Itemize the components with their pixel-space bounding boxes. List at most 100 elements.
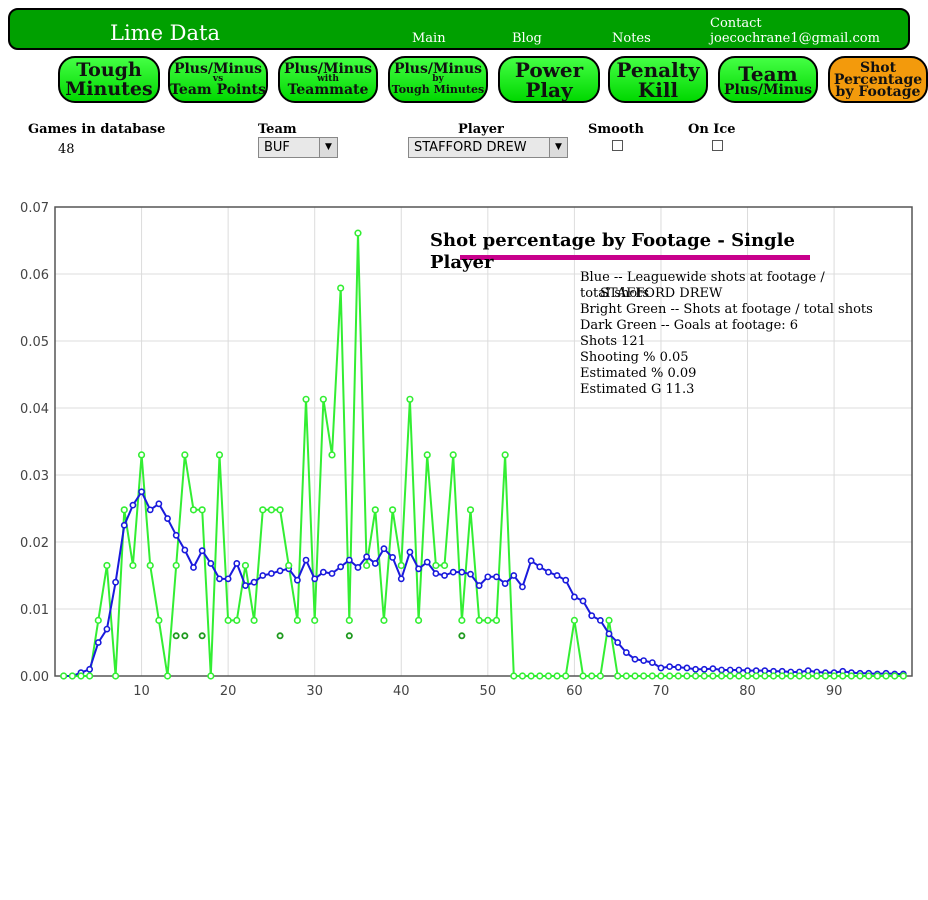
- team-select[interactable]: BUF ▼: [258, 137, 338, 158]
- data-point-shots: [224, 616, 232, 624]
- data-point-leaguewide: [354, 564, 362, 571]
- data-point-leaguewide: [423, 558, 431, 566]
- data-point-shots: [899, 672, 907, 680]
- y-tick-label: 0.06: [20, 268, 49, 283]
- contact-email[interactable]: joecochrane1@gmail.com: [710, 31, 880, 46]
- y-tick-label: 0.03: [20, 469, 49, 484]
- plus-minus-by-tough-minutes-button[interactable]: Plus/Minus by Tough Minutes: [388, 56, 488, 103]
- site-title[interactable]: Lime Data: [110, 21, 220, 45]
- data-point-leaguewide: [631, 655, 639, 663]
- button-label: Tough Minutes: [391, 83, 485, 96]
- data-point-shots: [605, 616, 613, 624]
- data-point-shots: [319, 395, 327, 403]
- smooth-label: Smooth: [588, 122, 644, 137]
- contact-info: Contact joecochrane1@gmail.com: [710, 16, 880, 46]
- data-point-leaguewide: [562, 576, 570, 584]
- data-point-leaguewide: [501, 580, 509, 587]
- smooth-checkbox[interactable]: [612, 140, 623, 151]
- data-point-leaguewide: [588, 612, 596, 620]
- x-tick-label: 30: [306, 684, 323, 699]
- data-point-shots: [77, 672, 85, 680]
- data-point-leaguewide: [86, 665, 94, 673]
- data-point-leaguewide: [138, 488, 145, 496]
- data-point-shots: [813, 672, 821, 680]
- button-label: Team: [738, 61, 798, 86]
- nav-link-blog[interactable]: Blog: [512, 31, 542, 46]
- data-point-shots: [562, 672, 570, 680]
- data-point-shots: [198, 506, 206, 514]
- data-point-leaguewide: [709, 665, 717, 673]
- stat-estimated-goals: Estimated G 11.3: [580, 382, 695, 397]
- data-point-shots: [544, 672, 553, 680]
- data-point-goals: [172, 632, 180, 640]
- data-point-shots: [328, 451, 336, 459]
- data-point-leaguewide: [224, 575, 232, 583]
- button-label: Penalty: [616, 57, 700, 82]
- data-point-shots: [873, 672, 881, 680]
- data-point-leaguewide: [536, 563, 544, 571]
- shot-percentage-by-footage-button[interactable]: Shot Percentage by Footage: [828, 56, 928, 103]
- data-point-leaguewide: [345, 556, 353, 564]
- data-point-shots: [241, 561, 250, 570]
- data-point-shots: [120, 506, 128, 514]
- data-point-leaguewide: [666, 663, 674, 671]
- power-play-button[interactable]: Power Play: [498, 56, 600, 103]
- plus-minus-with-teammate-button[interactable]: Plus/Minus with Teammate: [278, 56, 378, 103]
- penalty-kill-button[interactable]: Penalty Kill: [608, 56, 708, 103]
- button-label: Plus/Minus: [723, 81, 813, 98]
- tough-minutes-button[interactable]: Tough Minutes: [58, 56, 160, 103]
- on-ice-checkbox[interactable]: [712, 140, 723, 151]
- data-point-leaguewide: [700, 665, 708, 673]
- team-plus-minus-button[interactable]: Team Plus/Minus: [718, 56, 818, 103]
- data-point-shots: [856, 672, 864, 680]
- data-point-leaguewide: [276, 567, 284, 575]
- games-label: Games in database: [28, 122, 166, 137]
- team-select-value: BUF: [264, 140, 290, 155]
- data-point-leaguewide: [553, 572, 561, 579]
- data-point-shots: [380, 616, 388, 624]
- data-point-leaguewide: [545, 568, 552, 576]
- data-point-shots: [640, 672, 648, 680]
- data-point-goals: [198, 632, 206, 640]
- nav-link-main[interactable]: Main: [412, 31, 446, 46]
- data-point-shots: [172, 561, 180, 570]
- data-point-shots: [804, 672, 812, 680]
- data-point-leaguewide: [657, 664, 665, 672]
- data-point-shots: [709, 672, 717, 680]
- button-label: Teammate: [287, 82, 369, 98]
- data-point-shots: [501, 451, 509, 459]
- data-point-leaguewide: [112, 578, 119, 586]
- data-point-leaguewide: [726, 666, 734, 674]
- data-point-shots: [250, 616, 258, 624]
- plus-minus-vs-team-points-button[interactable]: Plus/Minus vs Team Points: [168, 56, 268, 103]
- player-select[interactable]: STAFFORD DREW ▼: [408, 137, 568, 158]
- nav-link-notes[interactable]: Notes: [612, 31, 651, 46]
- data-point-leaguewide: [198, 547, 206, 555]
- data-point-leaguewide: [432, 570, 440, 577]
- data-point-leaguewide: [614, 639, 622, 646]
- stat-shots: Shots 121: [580, 334, 646, 349]
- data-point-leaguewide: [493, 573, 500, 581]
- data-point-leaguewide: [718, 666, 725, 674]
- contact-label: Contact: [710, 16, 762, 31]
- data-point-leaguewide: [172, 531, 180, 539]
- button-label: by Footage: [835, 83, 921, 100]
- data-point-shots: [795, 672, 804, 680]
- data-point-shots: [657, 672, 665, 680]
- data-point-shots: [484, 616, 492, 624]
- data-point-shots: [345, 616, 353, 624]
- data-point-shots: [449, 451, 457, 459]
- data-point-shots: [839, 672, 847, 680]
- data-point-shots: [865, 672, 873, 680]
- y-tick-label: 0.02: [20, 536, 49, 551]
- data-point-shots: [215, 451, 224, 459]
- chart-title: Shot percentage by Footage - Single Play…: [430, 230, 795, 273]
- button-label: Play: [525, 77, 573, 102]
- x-tick-label: 80: [739, 684, 756, 699]
- data-point-leaguewide: [181, 546, 189, 554]
- button-label: Kill: [637, 77, 679, 102]
- data-point-shots: [596, 672, 604, 680]
- data-point-goals: [276, 632, 284, 640]
- data-point-shots: [761, 672, 769, 680]
- y-tick-label: 0.04: [20, 402, 49, 417]
